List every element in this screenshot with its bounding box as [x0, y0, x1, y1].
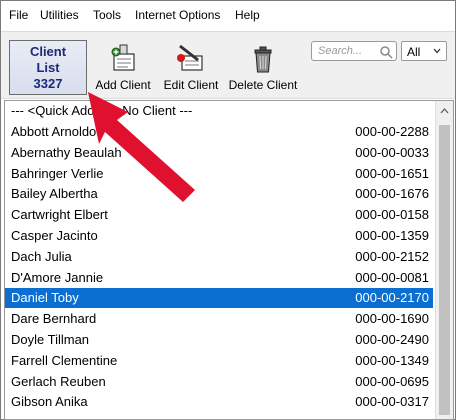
list-item[interactable]: Dare Bernhard 000-00-1690 — [5, 309, 433, 329]
menu-utilities[interactable]: Utilities — [40, 8, 79, 22]
client-id: 000-00-0158 — [355, 207, 429, 223]
delete-client-label: Delete Client — [228, 78, 298, 92]
list-item[interactable]: Abernathy Beaulah 000-00-0033 — [5, 143, 433, 163]
list-item[interactable]: Cartwright Elbert 000-00-0158 — [5, 205, 433, 225]
list-item[interactable]: D'Amore Jannie 000-00-0081 — [5, 268, 433, 288]
menu-help[interactable]: Help — [235, 8, 260, 22]
search-icon — [380, 46, 393, 59]
list-item[interactable]: Doyle Tillman 000-00-2490 — [5, 330, 433, 350]
list-item[interactable]: Casper Jacinto 000-00-1359 — [5, 226, 433, 246]
menu-file[interactable]: File — [9, 8, 28, 22]
menu-bar: File Utilities Tools Internet Options He… — [1, 1, 455, 29]
edit-client-label: Edit Client — [163, 78, 219, 92]
client-id: 000-00-0317 — [355, 394, 429, 410]
add-client-label: Add Client — [95, 78, 151, 92]
client-id: 000-00-2170 — [355, 290, 429, 306]
client-name: Gibson Anika — [11, 394, 88, 410]
client-name: Farrell Clementine — [11, 352, 118, 368]
client-name: Dach Julia — [11, 248, 72, 264]
client-id: 000-00-0033 — [355, 144, 429, 160]
client-id: 000-00-1676 — [355, 186, 429, 202]
add-client-icon — [111, 44, 135, 71]
list-item[interactable]: Gibson Anika 000-00-0317 — [5, 392, 433, 412]
client-name: Abbott Arnoldo — [11, 124, 97, 139]
client-id: 000-00-1349 — [355, 352, 429, 368]
client-name: Abernathy Beaulah — [11, 144, 122, 160]
client-list[interactable]: --- <Quick Add> --- No Client --- Abbott… — [4, 100, 454, 420]
filter-value: All — [407, 45, 421, 59]
client-name: Dare Bernhard — [11, 311, 97, 327]
client-id: 000-00-1690 — [355, 311, 429, 327]
trash-icon — [254, 46, 272, 73]
client-list-label-line1: Client — [29, 44, 67, 59]
edit-client-icon — [177, 44, 203, 71]
client-list-label-line2: List — [36, 60, 60, 75]
quick-add-row[interactable]: --- <Quick Add> --- No Client --- — [11, 103, 192, 119]
chevron-down-icon — [433, 48, 441, 54]
filter-dropdown[interactable]: All — [401, 41, 447, 61]
scroll-up-icon[interactable] — [440, 107, 449, 115]
client-name: D'Amore Jannie — [11, 269, 104, 285]
client-id: 000-00-1651 — [355, 165, 429, 181]
list-item[interactable]: Daniel Toby 000-00-2170 — [5, 288, 433, 309]
client-id: 000-00-0695 — [355, 373, 429, 389]
client-id: 000-00-2288 — [355, 124, 429, 139]
list-item[interactable]: Dach Julia 000-00-2152 — [5, 247, 433, 267]
client-name: Bahringer Verlie — [11, 165, 104, 181]
list-item[interactable]: Abbott Arnoldo 000-00-2288 — [5, 122, 433, 142]
list-item[interactable]: Bahringer Verlie 000-00-1651 — [5, 164, 433, 184]
client-count: 3327 — [33, 76, 63, 91]
client-name: Bailey Albertha — [11, 186, 98, 202]
client-name: Doyle Tillman — [11, 332, 90, 347]
client-id: 000-00-2152 — [355, 248, 429, 264]
client-name: Cartwright Elbert — [11, 207, 108, 223]
edit-client-button[interactable]: Edit Client — [159, 42, 223, 96]
client-name: Gerlach Reuben — [11, 373, 106, 389]
client-id: 000-00-1359 — [355, 228, 429, 243]
menu-tools[interactable]: Tools — [93, 8, 121, 22]
list-item[interactable]: Gerlach Reuben 000-00-0695 — [5, 372, 433, 392]
search-placeholder: Search... — [318, 45, 363, 57]
vertical-scrollbar[interactable] — [435, 101, 453, 419]
client-name: Daniel Toby — [11, 290, 79, 306]
search-input[interactable]: Search... — [311, 41, 397, 61]
delete-client-button[interactable]: Delete Client — [227, 42, 299, 96]
list-item[interactable]: Farrell Clementine 000-00-1349 — [5, 351, 433, 371]
client-id: 000-00-0081 — [355, 269, 429, 285]
client-list-button[interactable]: Client List 3327 — [9, 40, 87, 95]
scrollbar-thumb[interactable] — [439, 125, 450, 415]
list-item[interactable]: Bailey Albertha 000-00-1676 — [5, 184, 433, 204]
client-id: 000-00-2490 — [355, 332, 429, 347]
menu-internet-options[interactable]: Internet Options — [135, 8, 220, 22]
client-name: Casper Jacinto — [11, 228, 98, 243]
app-window: File Utilities Tools Internet Options He… — [0, 0, 456, 420]
add-client-button[interactable]: Add Client — [91, 42, 155, 96]
